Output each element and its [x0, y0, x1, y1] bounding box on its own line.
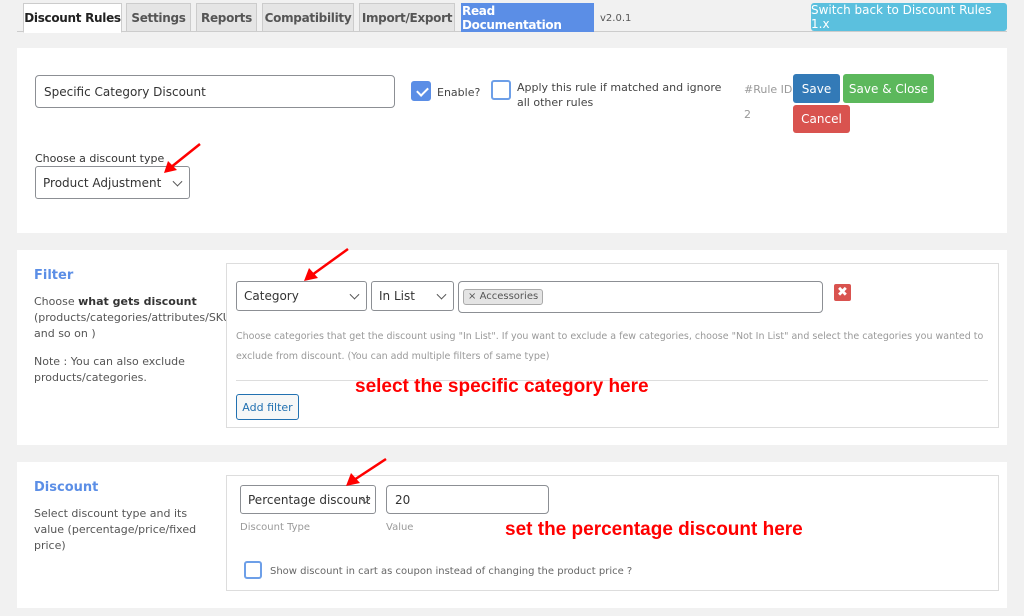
exclusive-rule-checkbox[interactable]	[491, 80, 511, 100]
add-filter-button[interactable]: Add filter	[236, 394, 299, 420]
exclusive-rule-label: Apply this rule if matched and ignore al…	[517, 81, 722, 109]
value-caption: Value	[386, 522, 414, 533]
annotation-arrow-icon	[346, 457, 387, 486]
rule-name-input[interactable]: Specific Category Discount	[35, 75, 395, 108]
switch-back-button[interactable]: Switch back to Discount Rules 1.x	[811, 3, 1007, 31]
discount-value-input[interactable]: 20	[386, 485, 549, 514]
tab-import-export[interactable]: Import/Export	[359, 3, 455, 32]
chevron-down-icon	[436, 289, 447, 300]
filter-type-select[interactable]: Category	[236, 281, 367, 311]
save-button[interactable]: Save	[793, 74, 840, 103]
annotation-arrow-icon	[164, 143, 201, 173]
chevron-down-icon	[349, 289, 360, 300]
discount-method-value: Percentage discount	[248, 492, 371, 507]
tab-settings[interactable]: Settings	[126, 3, 191, 32]
read-documentation-button[interactable]: Read Documentation	[461, 3, 594, 32]
tab-discount-rules[interactable]: Discount Rules	[23, 3, 122, 33]
discount-annotation: set the percentage discount here	[505, 519, 803, 540]
annotation-arrow-icon	[304, 247, 349, 281]
selected-tag-accessories[interactable]: × Accessories	[463, 289, 544, 305]
tab-reports[interactable]: Reports	[196, 3, 257, 32]
filter-desc-rest: (products/categories/attributes/SKU and …	[34, 311, 231, 340]
filter-description: Choose what gets discount (products/cate…	[34, 294, 231, 342]
chevron-down-icon	[172, 176, 183, 187]
tag-remove-icon[interactable]: ×	[468, 291, 476, 302]
discount-type-label: Choose a discount type	[35, 152, 165, 165]
rule-id-value: 2	[744, 108, 751, 121]
filter-hint: Choose categories that get the discount …	[236, 331, 984, 362]
cancel-button[interactable]: Cancel	[793, 105, 850, 133]
remove-filter-icon[interactable]: ✖	[834, 284, 851, 301]
filter-operator-select[interactable]: In List	[371, 281, 454, 311]
filter-note: Note : You can also exclude products/cat…	[34, 355, 185, 384]
filter-desc-bold: what gets discount	[78, 295, 197, 308]
save-close-button[interactable]: Save & Close	[843, 74, 934, 103]
filter-desc-prefix: Choose	[34, 295, 79, 308]
discount-type-value: Product Adjustment	[43, 175, 162, 190]
coupon-checkbox[interactable]	[244, 561, 262, 579]
rule-id-label: #Rule ID:	[744, 83, 797, 96]
filter-title: Filter	[34, 268, 74, 283]
coupon-label: Show discount in cart as coupon instead …	[270, 566, 633, 577]
filter-annotation: select the specific category here	[355, 376, 649, 397]
enable-label: Enable?	[437, 86, 481, 99]
filter-type-value: Category	[244, 289, 299, 303]
tab-compatibility[interactable]: Compatibility	[262, 3, 354, 32]
discount-title: Discount	[34, 480, 99, 495]
enable-checkbox[interactable]	[411, 81, 431, 101]
discount-description: Select discount type and its value (perc…	[34, 507, 197, 552]
version-label: v2.0.1	[600, 13, 632, 24]
filter-operator-value: In List	[379, 289, 415, 303]
category-multiselect[interactable]: × Accessories	[458, 281, 823, 313]
discount-type-caption: Discount Type	[240, 522, 311, 533]
